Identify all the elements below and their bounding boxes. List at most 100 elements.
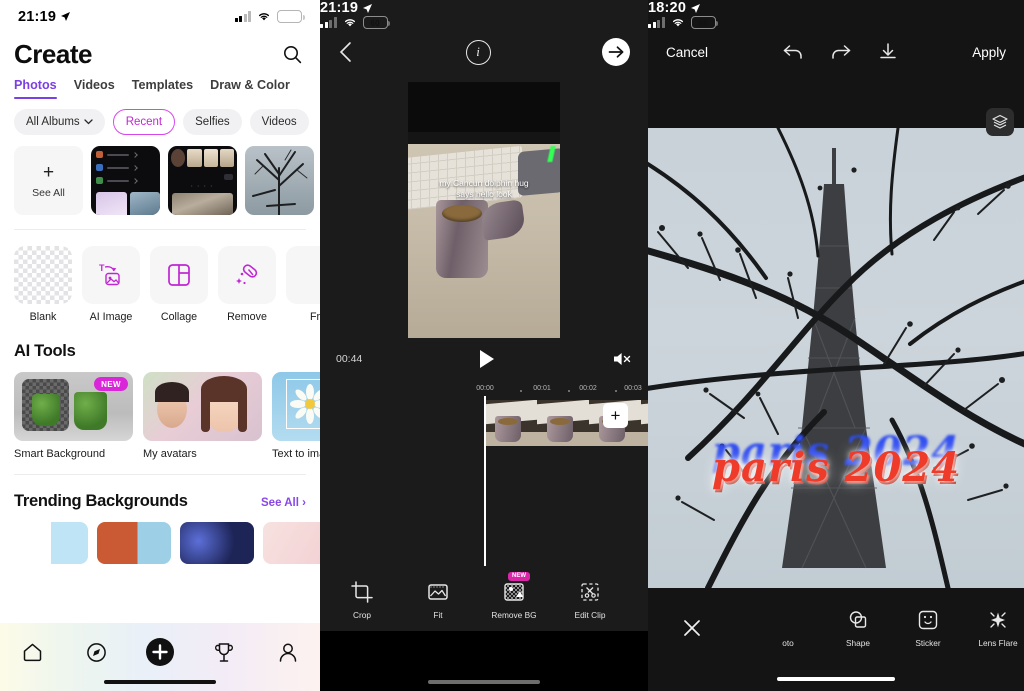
screenshot-stage: 21:19 60 Create Photos Videos Templates … <box>0 0 1024 691</box>
tick-label: 00:03 <box>624 385 642 392</box>
ai-tool-my-avatars[interactable]: My avatars <box>143 372 262 460</box>
tool-sticker[interactable]: Sticker <box>906 609 950 648</box>
frame-icon <box>286 246 320 304</box>
chip-recent[interactable]: Recent <box>112 109 176 135</box>
tab-templates[interactable]: Templates <box>132 78 193 99</box>
tool-remove-bg[interactable]: NEW Remove BG <box>491 571 537 620</box>
create-header: Create <box>0 33 320 72</box>
album-thumb-1[interactable] <box>91 146 160 215</box>
tool-label: oto <box>782 637 794 648</box>
background-thumb-2[interactable] <box>97 522 171 564</box>
magic-eraser-icon <box>218 246 276 304</box>
photo-canvas[interactable]: paris 2024 paris 2024 <box>648 128 1024 588</box>
play-icon[interactable] <box>480 350 495 368</box>
status-time: 18:20 <box>648 0 687 16</box>
undo-icon[interactable] <box>782 43 804 61</box>
nav-trophy-icon[interactable] <box>207 637 241 667</box>
nav-home-icon[interactable] <box>15 637 49 667</box>
ai-tool-label: Smart Background <box>14 448 106 460</box>
tab-videos[interactable]: Videos <box>74 78 115 99</box>
chevron-right-icon: › <box>302 497 306 509</box>
ai-image-icon: T <box>82 246 140 304</box>
speaker-mute-icon[interactable] <box>612 351 632 367</box>
tool-frame[interactable]: Fr <box>286 246 320 323</box>
background-thumb-4[interactable] <box>263 522 320 564</box>
chip-all-albums[interactable]: All Albums <box>14 109 105 135</box>
search-icon[interactable] <box>278 41 306 69</box>
status-bar: 18:20 88 <box>648 0 1024 29</box>
caption-line-1: my Cancun dolphin hug <box>439 178 529 188</box>
download-icon[interactable] <box>878 42 898 62</box>
photo-tool-bar: oto Shape Sticker Lens Flare <box>648 599 1024 657</box>
filmstrip-frame <box>641 400 648 446</box>
crop-icon <box>351 580 373 603</box>
battery-indicator: 60 <box>362 16 390 29</box>
trending-backgrounds-row <box>0 511 320 564</box>
playhead[interactable] <box>484 396 486 566</box>
home-indicator <box>777 676 895 681</box>
panel-create-screen: 21:19 60 Create Photos Videos Templates … <box>0 0 320 691</box>
next-arrow-right-icon[interactable] <box>602 38 630 66</box>
ai-tool-smart-background[interactable]: NEW Smart Background <box>14 372 133 460</box>
background-thumb-1[interactable] <box>14 522 88 564</box>
redo-icon[interactable] <box>830 43 852 61</box>
back-chevron-left-icon[interactable] <box>338 41 354 63</box>
tool-remove[interactable]: Remove <box>218 246 276 323</box>
tool-lens-flare[interactable]: Lens Flare <box>976 609 1020 648</box>
cellular-signal-icon <box>234 11 251 22</box>
tool-collage[interactable]: Collage <box>150 246 208 323</box>
tool-photo[interactable]: oto <box>766 609 810 648</box>
chip-label: All Albums <box>26 116 80 128</box>
tool-crop[interactable]: Crop <box>342 580 382 620</box>
lens-flare-icon <box>990 611 1006 628</box>
cancel-button[interactable]: Cancel <box>666 45 708 60</box>
album-filter-chips: All Albums Recent Selfies Videos <box>0 99 320 135</box>
trending-see-all[interactable]: See All › <box>261 497 306 509</box>
status-time: 21:19 <box>320 0 359 16</box>
battery-level: 60 <box>284 11 295 22</box>
home-indicator <box>428 679 540 684</box>
chevron-down-icon <box>84 119 93 125</box>
tool-label: Shape <box>846 637 870 648</box>
nav-explore-compass-icon[interactable] <box>79 637 113 667</box>
status-bar: 21:19 60 <box>0 0 320 33</box>
location-arrow-icon <box>691 3 701 13</box>
tool-fit[interactable]: Fit <box>418 581 458 620</box>
apply-button[interactable]: Apply <box>972 45 1006 60</box>
tool-label: Collage <box>160 311 198 323</box>
nav-create-plus-icon[interactable] <box>143 637 177 667</box>
location-arrow-icon <box>61 12 71 21</box>
tool-label: Sticker <box>915 637 941 648</box>
see-all-albums-button[interactable]: + See All <box>14 146 83 215</box>
ai-tool-label: My avatars <box>143 448 197 460</box>
album-thumb-3[interactable] <box>245 146 314 215</box>
tick-label: 00:01 <box>533 385 551 392</box>
chip-videos[interactable]: Videos <box>249 109 309 135</box>
info-icon[interactable]: i <box>465 39 491 65</box>
close-editor-button[interactable] <box>670 617 714 639</box>
add-clip-button[interactable]: + <box>603 403 628 428</box>
location-arrow-icon <box>363 3 373 13</box>
tool-ai-image[interactable]: T AI Image <box>82 246 140 323</box>
tab-draw-color[interactable]: Draw & Color <box>210 78 290 99</box>
chip-selfies[interactable]: Selfies <box>183 109 242 135</box>
tool-blank[interactable]: Blank <box>14 246 72 323</box>
nav-profile-icon[interactable] <box>271 637 305 667</box>
tool-edit-clip[interactable]: Edit Clip <box>570 581 610 620</box>
layers-icon[interactable] <box>986 108 1014 136</box>
category-tabs: Photos Videos Templates Draw & Color <box>0 72 320 99</box>
background-thumb-3[interactable] <box>180 522 254 564</box>
remove-bg-icon <box>504 582 524 601</box>
tab-photos[interactable]: Photos <box>14 78 57 99</box>
fit-icon <box>428 583 448 600</box>
album-thumb-2[interactable]: • • • • <box>168 146 237 215</box>
see-all-label: See All <box>32 186 65 199</box>
timeline[interactable]: 00:00 00:01 00:02 00:03 + <box>320 385 648 566</box>
video-preview-area[interactable]: my Cancun dolphin hug says hello look <box>320 75 648 345</box>
cellular-signal-icon <box>320 17 337 28</box>
ai-tool-text-to-image[interactable]: Petals Text to imag <box>272 372 320 460</box>
ai-tool-thumb <box>143 372 262 441</box>
tool-label: Fr <box>309 311 320 323</box>
battery-indicator: 60 <box>277 10 305 23</box>
tool-shape[interactable]: Shape <box>836 609 880 648</box>
